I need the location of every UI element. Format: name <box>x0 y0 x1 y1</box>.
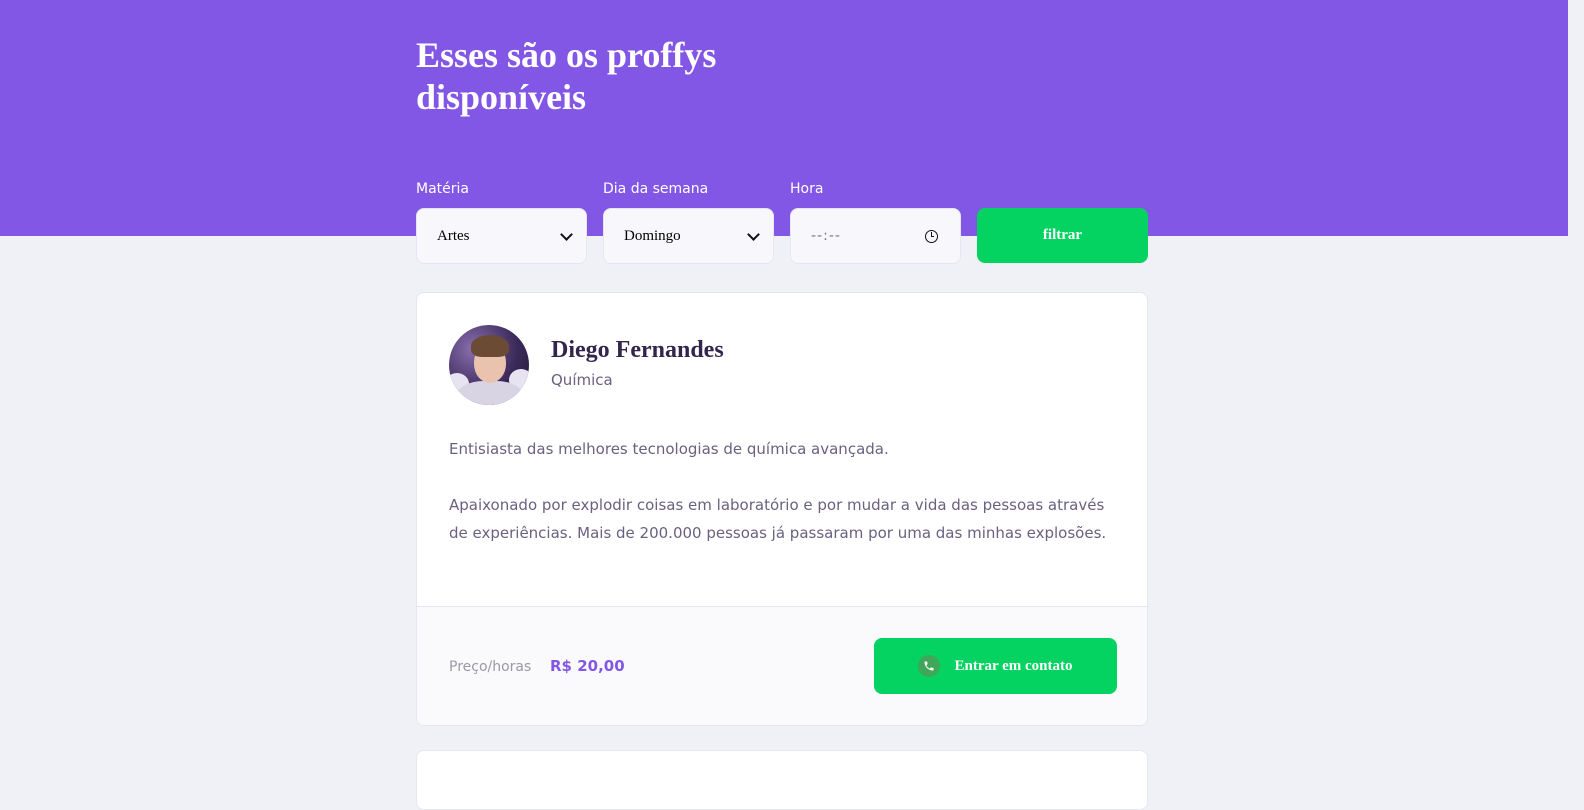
weekday-select-value: Domingo <box>624 227 681 244</box>
price-value: R$ 20,00 <box>550 657 625 675</box>
subject-label: Matéria <box>416 181 469 197</box>
card-footer: Preço/horas R$ 20,00 Entrar em contato <box>417 606 1147 725</box>
avatar <box>449 325 529 405</box>
page-title: Esses são os proffys disponíveis <box>416 35 717 117</box>
chevron-down-icon <box>747 227 760 241</box>
teacher-subject: Química <box>551 371 613 389</box>
teacher-card <box>416 750 1148 810</box>
subject-select[interactable]: Artes <box>416 208 587 264</box>
weekday-select[interactable]: Domingo <box>603 208 774 264</box>
teacher-card: Diego Fernandes Química Entisiasta das m… <box>416 292 1148 726</box>
teacher-bio: Entisiasta das melhores tecnologias de q… <box>449 440 1107 542</box>
price-label: Preço/horas <box>449 659 532 675</box>
time-input[interactable]: --:-- <box>790 208 961 264</box>
clock-icon[interactable] <box>925 229 938 243</box>
time-label: Hora <box>790 181 824 197</box>
scrollbar[interactable] <box>1568 0 1584 780</box>
chevron-down-icon <box>560 227 573 241</box>
contact-button[interactable]: Entrar em contato <box>874 638 1117 694</box>
filter-button[interactable]: filtrar <box>977 208 1148 263</box>
weekday-label: Dia da semana <box>603 181 709 197</box>
time-input-placeholder: --:-- <box>811 228 841 244</box>
contact-button-label: Entrar em contato <box>954 657 1073 674</box>
subject-select-value: Artes <box>437 227 470 244</box>
whatsapp-icon <box>918 655 941 677</box>
teacher-name: Diego Fernandes <box>551 337 724 363</box>
